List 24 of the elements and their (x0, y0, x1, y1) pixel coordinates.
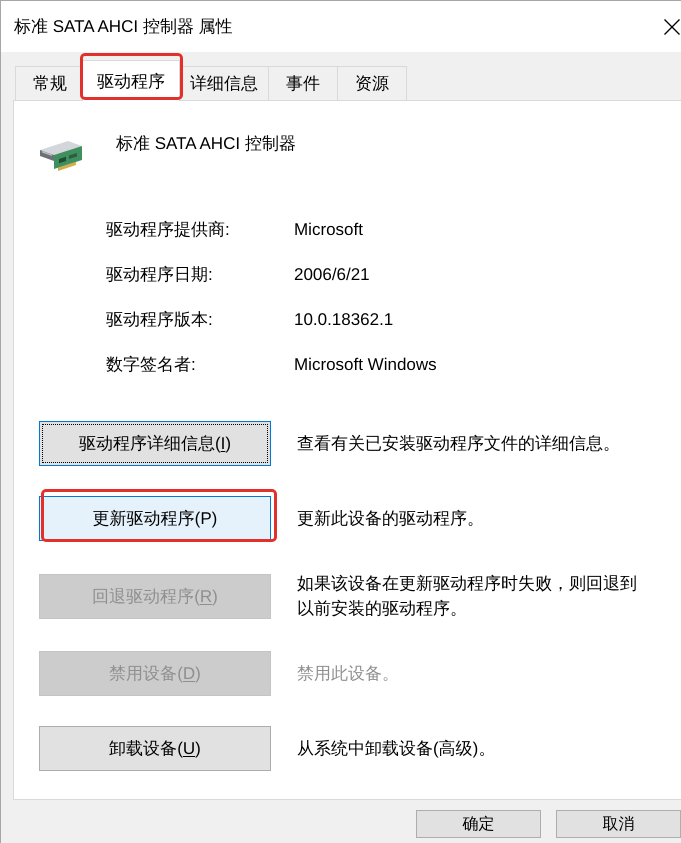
dialog-button[interactable]: 确定 (416, 810, 541, 838)
property-value: 10.0.18362.1 (294, 310, 394, 330)
property-label: 驱动程序日期: (106, 264, 213, 284)
action-button[interactable]: 驱动程序详细信息(I) (39, 421, 271, 466)
property-label: 驱动程序版本: (106, 310, 213, 330)
property-value: Microsoft Windows (294, 354, 437, 374)
tab[interactable]: 资源 (337, 66, 407, 100)
property-value: 2006/6/21 (294, 264, 370, 284)
window-title: 标准 SATA AHCI 控制器 属性 (14, 16, 233, 38)
action-description: 从系统中卸载设备(高级)。 (297, 738, 496, 760)
action-button[interactable]: 更新驱动程序(P) (39, 496, 271, 541)
tab[interactable]: 驱动程序 (82, 60, 180, 101)
property-value: Microsoft (294, 220, 363, 240)
action-description: 查看有关已安装驱动程序文件的详细信息。 (297, 433, 620, 455)
dialog-button[interactable]: 取消 (556, 810, 681, 838)
circuit-card-icon (39, 138, 83, 172)
action-description: 禁用此设备。 (297, 663, 399, 685)
action-description: 更新此设备的驱动程序。 (297, 508, 484, 530)
action-button[interactable]: 卸载设备(U) (39, 726, 271, 771)
device-name: 标准 SATA AHCI 控制器 (116, 134, 296, 154)
close-icon[interactable] (664, 18, 680, 34)
property-label: 数字签名者: (106, 354, 196, 374)
action-description: 如果该设备在更新驱动程序时失败，则回退到以前安装的驱动程序。 (297, 573, 638, 620)
property-label: 驱动程序提供商: (106, 220, 230, 240)
